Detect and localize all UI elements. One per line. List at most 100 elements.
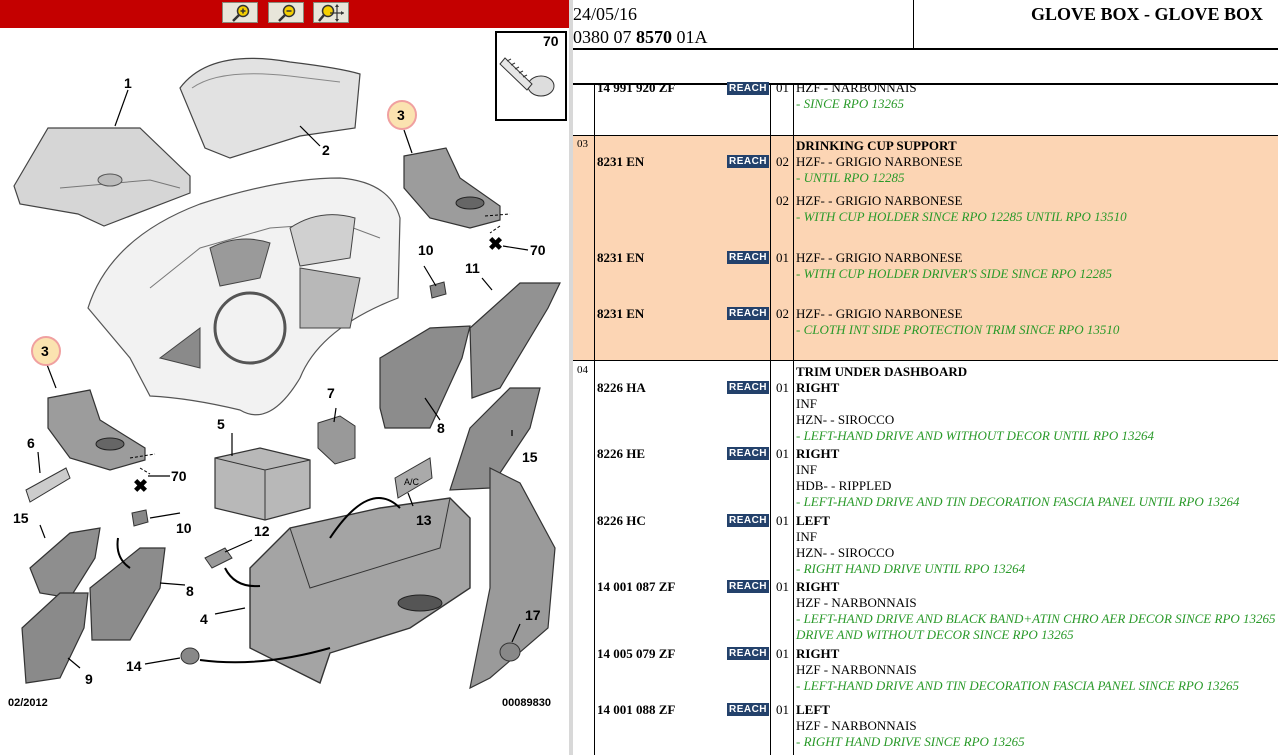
zoom-pan-icon: [318, 4, 344, 22]
rpo-note: - CLOTH INT SIDE PROTECTION TRIM SINCE R…: [796, 322, 1120, 337]
zoom-out-button[interactable]: [268, 2, 304, 23]
diagram-ref: 00089830: [502, 697, 551, 709]
rpo-note: - RIGHT HAND DRIVE UNTIL RPO 13264: [796, 561, 1026, 576]
callout-15-lower: 15: [13, 510, 29, 526]
part-number[interactable]: 14 001 088 ZF: [597, 702, 675, 718]
part-7-shape: [317, 415, 356, 465]
description: HZF- - GRIGIO NARBONESE: [796, 306, 963, 321]
rpo-note: - LEFT-HAND DRIVE AND WITHOUT DECOR UNTI…: [796, 428, 1154, 443]
description: HZF- - GRIGIO NARBONESE: [796, 154, 963, 169]
quantity: 02: [776, 193, 789, 208]
header-date: 24/05/16: [573, 4, 638, 24]
side-label: RIGHT: [796, 446, 840, 461]
reach-badge[interactable]: REACH: [727, 703, 769, 716]
description: HZF- - GRIGIO NARBONESE: [796, 250, 963, 265]
quantity: 02: [776, 306, 789, 321]
callout-5: 5: [217, 416, 225, 432]
callout-3-upper[interactable]: 3: [397, 107, 405, 123]
section-heading: DRINKING CUP SUPPORT: [796, 138, 957, 153]
zoom-pan-button[interactable]: [313, 2, 349, 23]
reach-badge[interactable]: REACH: [727, 647, 769, 660]
part-number[interactable]: 14 991 920 ZF: [597, 80, 675, 96]
description: HZF- - GRIGIO NARBONESE: [796, 193, 963, 208]
row-separator-04: [573, 360, 1278, 361]
part-4-shape: [249, 497, 471, 684]
ac-label: A/C: [404, 477, 420, 487]
part-number[interactable]: 14 001 087 ZF: [597, 579, 675, 595]
quantity: 01: [776, 646, 789, 661]
screw-inset: 70: [495, 31, 567, 121]
rpo-note: - WITH CUP HOLDER SINCE RPO 12285 UNTIL …: [796, 209, 1127, 224]
callout-2: 2: [322, 142, 330, 158]
reach-badge[interactable]: REACH: [727, 155, 769, 168]
column-divider-desc: [793, 85, 794, 755]
callout-15-upper: 15: [522, 449, 538, 465]
header-ref-bold: 8570: [636, 27, 672, 47]
rpo-note: - LEFT-HAND DRIVE AND BLACK BAND+ATIN CH…: [796, 611, 1276, 626]
column-divider-qty: [770, 85, 771, 755]
callout-11: 11: [465, 260, 480, 276]
reach-badge[interactable]: REACH: [727, 251, 769, 264]
diagram-panel: 70 ✖ ✖ A/C 1 2 3 3 4 5 6 7 8 8 9 10 10 1…: [0, 0, 569, 755]
part-number[interactable]: 8226 HC: [597, 513, 646, 529]
callout-70-lower: 70: [171, 468, 187, 484]
side-label: RIGHT: [796, 579, 840, 594]
section-ref: 03: [577, 138, 588, 150]
description: HZF - NARBONNAIS: [796, 662, 917, 677]
screw-cross-lower: ✖: [133, 476, 148, 496]
part-3-upper-shape: [403, 147, 511, 234]
part-number[interactable]: 8226 HE: [597, 446, 645, 462]
part-number[interactable]: 8231 EN: [597, 154, 644, 170]
reach-badge[interactable]: REACH: [727, 82, 769, 95]
diagram-date: 02/2012: [8, 697, 48, 709]
header-ref-prefix: 0380 07: [573, 27, 636, 47]
part-8-lower-shape: [89, 547, 166, 641]
part-11-shape: [469, 282, 561, 399]
description: HZN- - SIROCCO: [796, 412, 895, 427]
zoom-in-button[interactable]: [222, 2, 258, 23]
side-label: RIGHT: [796, 646, 840, 661]
callout-12: 12: [254, 523, 270, 539]
reach-badge[interactable]: REACH: [727, 307, 769, 320]
rpo-note: - LEFT-HAND DRIVE AND TIN DECORATION FAS…: [796, 494, 1240, 509]
part-number[interactable]: 8231 EN: [597, 306, 644, 322]
reach-badge[interactable]: REACH: [727, 580, 769, 593]
callout-8-lower: 8: [186, 583, 194, 599]
quantity: 01: [776, 446, 789, 461]
callout-14: 14: [126, 658, 142, 674]
part-2-shape: [179, 57, 361, 159]
part-number[interactable]: 8226 HA: [597, 380, 646, 396]
reach-badge[interactable]: REACH: [727, 381, 769, 394]
description: HZN- - SIROCCO: [796, 545, 895, 560]
part-number[interactable]: 14 005 079 ZF: [597, 646, 675, 662]
screw-cross-upper: ✖: [488, 234, 503, 254]
reach-badge[interactable]: REACH: [727, 447, 769, 460]
screw-ref-label: 70: [543, 33, 559, 49]
part-14-shape: [180, 647, 200, 665]
rpo-note: - SINCE RPO 13265: [796, 96, 904, 111]
column-divider-ref: [594, 85, 595, 755]
quantity: 01: [776, 513, 789, 528]
side-label: RIGHT: [796, 380, 840, 395]
description: HZF - NARBONNAIS: [796, 595, 917, 610]
rpo-note: - WITH CUP HOLDER DRIVER'S SIDE SINCE RP…: [796, 266, 1112, 281]
callout-10-lower: 10: [176, 520, 192, 536]
parts-list-panel: 24/05/16 0380 07 8570 01A GLOVE BOX - GL…: [573, 0, 1278, 755]
description: HZF - NARBONNAIS: [796, 718, 917, 733]
callout-8-upper: 8: [437, 420, 445, 436]
side-label: LEFT: [796, 513, 830, 528]
side-label: LEFT: [796, 702, 830, 717]
row-separator-03: [573, 135, 1278, 136]
description: HDB- - RIPPLED: [796, 478, 892, 493]
callout-9: 9: [85, 671, 93, 687]
zoom-in-icon: [232, 4, 250, 22]
callout-70-upper: 70: [530, 242, 546, 258]
section-ref: 04: [577, 364, 588, 376]
part-number[interactable]: 8231 EN: [597, 250, 644, 266]
callout-3-lower[interactable]: 3: [41, 343, 49, 359]
header-divider: [913, 0, 914, 48]
callout-7: 7: [327, 385, 335, 401]
part-9-shape: [21, 592, 89, 684]
position-label: INF: [796, 529, 817, 544]
reach-badge[interactable]: REACH: [727, 514, 769, 527]
